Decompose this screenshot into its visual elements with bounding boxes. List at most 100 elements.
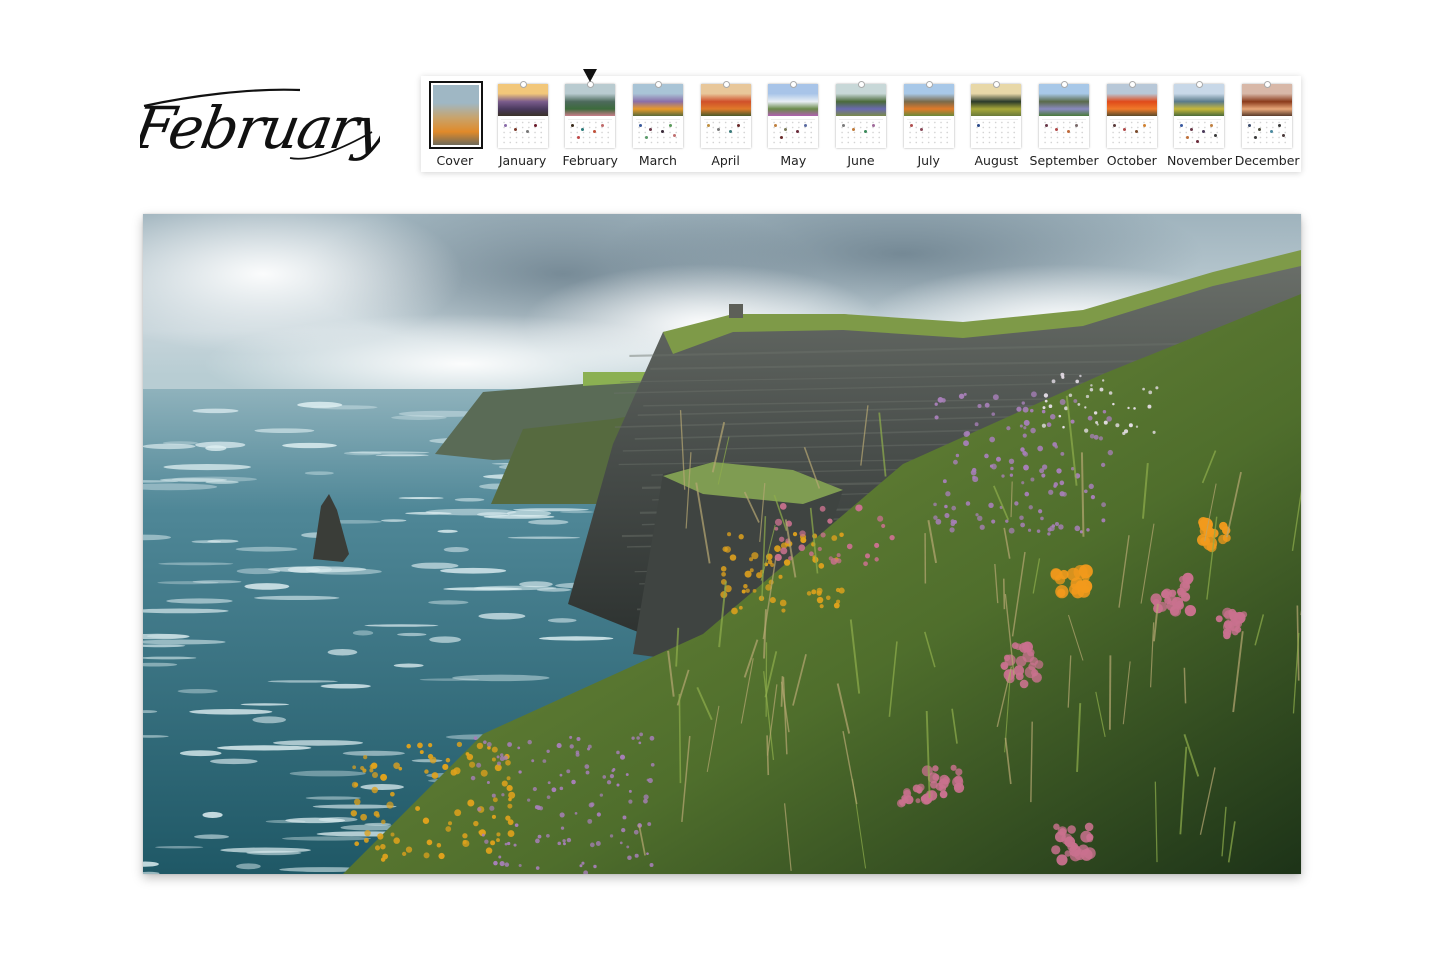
flower-blossom (1068, 393, 1073, 398)
flower-blossom (975, 513, 979, 517)
flower-blossom (360, 813, 367, 821)
flower-blossom (846, 543, 853, 550)
flower-blossom (517, 746, 521, 750)
flower-blossom (374, 845, 381, 851)
flower-blossom (1053, 823, 1060, 830)
flower-blossom (1084, 822, 1094, 832)
calendar-grid (1177, 120, 1222, 144)
calendar-event-dot (668, 124, 672, 127)
calendar-event-dot (660, 130, 664, 133)
flower-blossom (984, 402, 990, 408)
flower-blossom (974, 422, 979, 427)
flower-blossom (513, 843, 517, 847)
flower-blossom (581, 861, 585, 865)
flower-blossom (979, 524, 985, 530)
wave-crest (194, 834, 229, 839)
flower-blossom (963, 440, 969, 447)
month-title: February February (127, 62, 396, 192)
flower-blossom (1005, 519, 1009, 523)
flower-blossom (1090, 495, 1096, 500)
flower-blossom (527, 798, 531, 802)
wave-crest (235, 546, 298, 552)
flower-blossom (1106, 416, 1112, 422)
flower-blossom (836, 599, 841, 604)
flower-blossom (467, 799, 475, 807)
flower-blossom (393, 762, 400, 769)
month-thumbnail-december[interactable]: December (1233, 76, 1301, 172)
flower-blossom (741, 589, 746, 594)
flower-blossom (405, 846, 413, 853)
hanger-ring-icon (519, 81, 527, 88)
wave-crest (352, 630, 374, 636)
flower-blossom (1070, 842, 1079, 851)
flower-blossom (817, 546, 822, 552)
wave-crest (289, 770, 366, 777)
calendar-event-dot (638, 124, 642, 127)
flower-blossom (611, 769, 615, 773)
flower-blossom (1219, 521, 1228, 531)
flower-blossom (470, 775, 476, 781)
flower-blossom (729, 554, 737, 561)
calendar-grid (771, 120, 816, 144)
flower-blossom (1093, 434, 1099, 440)
flower-blossom (1161, 588, 1173, 599)
flower-blossom (950, 764, 957, 771)
thumbnail-photo (632, 84, 683, 116)
flower-blossom (942, 776, 951, 785)
flower-blossom (1030, 408, 1034, 413)
wave-crest (536, 587, 572, 592)
flower-blossom (1198, 517, 1209, 528)
flower-blossom (939, 790, 948, 799)
wave-crest (254, 595, 340, 601)
flower-blossom (508, 797, 512, 802)
calendar-grid (839, 120, 883, 144)
flower-blossom (779, 503, 787, 510)
flower-blossom (731, 607, 738, 615)
flower-blossom (636, 736, 640, 740)
flower-blossom (1001, 474, 1005, 478)
thumbnail-photo (1039, 84, 1090, 116)
flower-blossom (371, 786, 378, 794)
month-title-script: February (127, 88, 396, 162)
calendar-event-dot (1122, 128, 1126, 131)
flower-blossom (1100, 462, 1106, 468)
flower-blossom (1073, 399, 1078, 403)
calendar-page-preview (565, 81, 616, 148)
flower-blossom (498, 855, 502, 859)
calendar-grid (1109, 120, 1154, 144)
flower-blossom (496, 832, 501, 837)
flower-blossom (1057, 588, 1066, 598)
flower-blossom (1028, 662, 1036, 671)
calendar-event-dot (513, 128, 517, 131)
flower-blossom (839, 532, 844, 537)
flower-blossom (531, 759, 535, 763)
flower-blossom (424, 769, 429, 774)
flower-blossom (481, 833, 485, 837)
wave-crest (375, 454, 429, 457)
flower-blossom (483, 740, 487, 744)
wave-crest (220, 847, 311, 853)
flower-blossom (970, 469, 977, 476)
flower-blossom (1023, 419, 1030, 426)
flower-blossom (551, 787, 557, 793)
flower-blossom (778, 536, 785, 542)
flower-blossom (493, 860, 498, 866)
hanger-ring-icon (654, 81, 662, 88)
flower-blossom (616, 783, 620, 787)
wave-crest (539, 636, 614, 641)
thumbnail-photo (971, 84, 1022, 116)
flower-blossom (1022, 450, 1027, 456)
calendar-page-preview (497, 81, 548, 148)
flower-blossom (569, 744, 574, 749)
flower-blossom (491, 793, 496, 798)
flower-blossom (963, 392, 967, 396)
flower-blossom (989, 436, 996, 443)
calendar-event-dot (1142, 124, 1146, 127)
flower-blossom (626, 845, 630, 849)
calendar-page-preview (1174, 81, 1225, 148)
flower-blossom (587, 818, 593, 824)
flower-blossom (1016, 406, 1022, 412)
flower-blossom (370, 762, 378, 769)
flower-blossom (825, 595, 831, 601)
flower-blossom (1133, 407, 1136, 410)
